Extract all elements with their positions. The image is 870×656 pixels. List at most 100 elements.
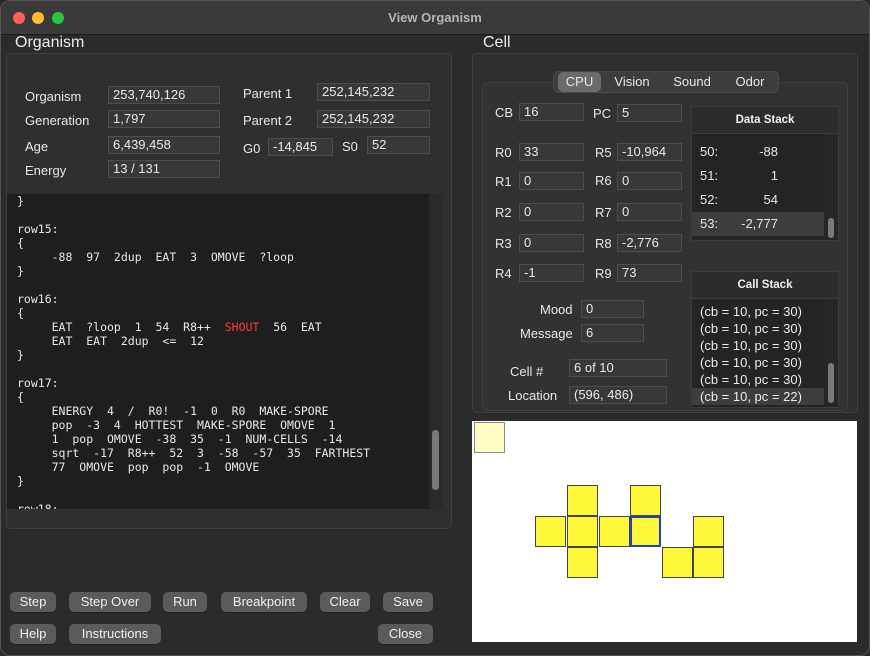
parent2-label: Parent 2 — [243, 113, 293, 128]
call-stack-scrollbar[interactable] — [824, 299, 838, 407]
code-line: row16: — [17, 292, 370, 306]
r2-field[interactable]: 0 — [519, 203, 584, 221]
r9-label: R9 — [595, 266, 612, 281]
clear-button[interactable]: Clear — [320, 592, 370, 612]
parent1-field[interactable]: 252,145,232 — [317, 83, 430, 101]
call-stack-row[interactable]: (cb = 10, pc = 22) — [692, 388, 824, 405]
age-field[interactable]: 6,439,458 — [108, 136, 220, 154]
data-stack-row[interactable]: 50: -88 — [692, 140, 824, 164]
r5-field[interactable]: -10,964 — [617, 143, 682, 161]
call-stack-row[interactable]: (cb = 10, pc = 30) — [692, 354, 824, 371]
run-button[interactable]: Run — [163, 592, 207, 612]
call-stack-row[interactable]: (cb = 10, pc = 30) — [692, 303, 824, 320]
message-field[interactable]: 6 — [581, 324, 644, 342]
location-field[interactable]: (596, 486) — [569, 386, 667, 404]
cell-number-field[interactable]: 6 of 10 — [569, 359, 667, 377]
step-button[interactable]: Step — [10, 592, 56, 612]
r6-label: R6 — [595, 173, 612, 188]
save-button[interactable]: Save — [383, 592, 433, 612]
organism-cell[interactable] — [662, 547, 693, 578]
r3-field[interactable]: 0 — [519, 234, 584, 252]
call-stack-row[interactable]: (cb = 10, pc = 30) — [692, 320, 824, 337]
parent2-field[interactable]: 252,145,232 — [317, 110, 430, 128]
scroll-corner-cell — [474, 422, 505, 453]
data-stack-row[interactable]: 53: -2,777 — [692, 212, 824, 236]
tab-odor[interactable]: Odor — [727, 72, 773, 92]
code-line: row15: — [17, 222, 370, 236]
data-stack-row[interactable]: 51: 1 — [692, 164, 824, 188]
close-button[interactable]: Close — [378, 624, 433, 644]
g0-field[interactable]: -14,845 — [268, 138, 333, 156]
code-scrollbar-thumb[interactable] — [432, 430, 439, 490]
r6-field[interactable]: 0 — [617, 172, 682, 190]
energy-field[interactable]: 13 / 131 — [108, 160, 220, 178]
selected-organism-cell[interactable] — [630, 516, 661, 547]
r1-field[interactable]: 0 — [519, 172, 584, 190]
generation-field[interactable]: 1,797 — [108, 110, 220, 128]
tab-vision[interactable]: Vision — [607, 72, 657, 92]
code-view[interactable]: } row15:{ -88 97 2dup EAT 3 OMOVE ?loop} r… — [7, 194, 443, 509]
code-line-text: } — [17, 264, 24, 278]
code-line-text: sqrt -17 R8++ 52 3 -58 -57 35 FARTHEST — [17, 446, 371, 460]
call-stack-row[interactable]: (cb = 10, pc = 30) — [692, 337, 824, 354]
code-line-text: } — [17, 348, 24, 362]
cell-tabs: CPU Vision Sound Odor — [553, 71, 779, 93]
r0-label: R0 — [495, 145, 512, 160]
pc-field[interactable]: 5 — [617, 104, 682, 122]
instructions-button[interactable]: Instructions — [69, 624, 161, 644]
help-button[interactable]: Help — [10, 624, 56, 644]
tab-sound[interactable]: Sound — [667, 72, 717, 92]
organism-cell[interactable] — [567, 485, 598, 516]
r8-field[interactable]: -2,776 — [617, 234, 682, 252]
organism-view[interactable] — [472, 421, 857, 642]
data-stack-scrollbar[interactable] — [824, 134, 838, 240]
call-stack-row[interactable]: (cb = 10, pc = 30) — [692, 371, 824, 388]
organism-id-field[interactable]: 253,740,126 — [108, 86, 220, 104]
code-line-text: row16: — [17, 292, 59, 306]
r9-field[interactable]: 73 — [617, 264, 682, 282]
r4-field[interactable]: -1 — [519, 264, 584, 282]
generation-label: Generation — [25, 113, 90, 128]
g0-label: G0 — [243, 141, 261, 156]
r7-field[interactable]: 0 — [617, 203, 682, 221]
s0-field[interactable]: 52 — [367, 136, 430, 154]
code-line: sqrt -17 R8++ 52 3 -58 -57 35 FARTHEST — [17, 446, 371, 460]
organism-cell[interactable] — [630, 485, 661, 516]
window-title: View Organism — [388, 10, 482, 25]
organism-cell[interactable] — [693, 516, 724, 547]
cb-label: CB — [495, 105, 514, 120]
data-stack-value: 54 — [763, 192, 778, 207]
breakpoint-button[interactable]: Breakpoint — [221, 592, 307, 612]
code-line: { — [17, 236, 370, 250]
mood-field[interactable]: 0 — [581, 300, 644, 318]
cb-field[interactable]: 16 — [519, 103, 584, 121]
r2-label: R2 — [495, 205, 512, 220]
code-line: } — [17, 348, 370, 362]
organism-cell[interactable] — [693, 547, 724, 578]
tab-cpu[interactable]: CPU — [558, 72, 601, 92]
data-stack-scrollbar-thumb[interactable] — [828, 218, 834, 238]
call-stack-scrollbar-thumb[interactable] — [828, 363, 834, 403]
parent1-label: Parent 1 — [243, 86, 293, 101]
r0-field[interactable]: 33 — [519, 143, 584, 161]
organism-cell[interactable] — [567, 516, 598, 547]
organism-cell[interactable] — [567, 547, 598, 578]
code-line-text: { — [17, 236, 24, 250]
r4-label: R4 — [495, 266, 512, 281]
code-line-text: 77 OMOVE pop pop -1 OMOVE — [17, 460, 260, 474]
message-label: Message — [520, 326, 573, 341]
code-scrollbar[interactable] — [429, 194, 443, 509]
code-line-text: ENERGY 4 / R0! -1 0 R0 MAKE-SPORE — [17, 404, 329, 418]
code-line-text: EAT ?loop 1 54 R8++ — [17, 320, 225, 334]
data-stack-row[interactable]: 52: 54 — [692, 188, 824, 212]
code-line: 1 pop OMOVE -38 35 -1 NUM-CELLS -14 — [17, 432, 370, 446]
organism-cell[interactable] — [535, 516, 566, 547]
age-label: Age — [25, 139, 49, 154]
organism-cell[interactable] — [599, 516, 630, 547]
code-line: } — [17, 194, 370, 208]
code-line: row17: — [17, 376, 370, 390]
step-over-button[interactable]: Step Over — [69, 592, 151, 612]
